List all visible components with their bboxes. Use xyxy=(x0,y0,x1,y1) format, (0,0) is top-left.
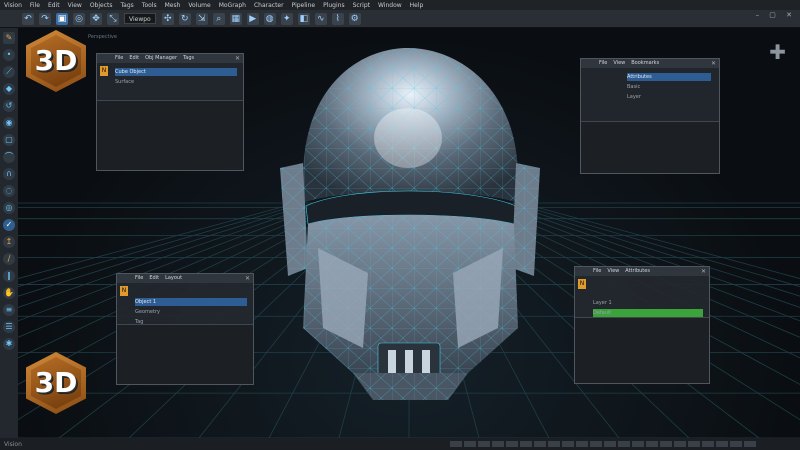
brush-icon[interactable]: ⌒ xyxy=(3,151,15,163)
settings-icon[interactable]: ⚙ xyxy=(348,12,361,25)
timeline-frame[interactable] xyxy=(492,441,504,447)
select-tool-icon[interactable]: ▣ xyxy=(56,12,68,25)
menu-item[interactable]: Edit xyxy=(48,2,60,9)
timeline-frame[interactable] xyxy=(702,441,714,447)
menu-item[interactable]: Window xyxy=(378,2,402,9)
timeline-frame[interactable] xyxy=(464,441,476,447)
main-toolbar: ↶ ↷ ▣ ◎ ✥ ⤡ Viewpo ✣ ↻ ⇲ ⌕ ▦ ▶ ◍ ✦ ◧ ∿ ⌇… xyxy=(0,10,800,28)
timeline-frame[interactable] xyxy=(660,441,672,447)
3d-logo-text: 3D xyxy=(34,44,78,77)
helmet-model[interactable] xyxy=(18,28,800,438)
timeline-frame[interactable] xyxy=(576,441,588,447)
live-select-icon[interactable]: ◎ xyxy=(73,12,85,25)
timeline-frame[interactable] xyxy=(618,441,630,447)
menu-item[interactable]: Character xyxy=(254,2,284,9)
timeline-frame[interactable] xyxy=(730,441,742,447)
menu-bar: Vision File Edit View Objects Tags Tools Mesh Vo… xyxy=(0,0,800,10)
timeline-frame[interactable] xyxy=(688,441,700,447)
edit-icon[interactable]: ✎ xyxy=(3,32,15,44)
menu-item[interactable]: Volume xyxy=(188,2,210,9)
timeline-frame[interactable] xyxy=(520,441,532,447)
timeline-frame[interactable] xyxy=(646,441,658,447)
pause-icon[interactable]: ‖ xyxy=(3,270,15,282)
menu-item[interactable]: Script xyxy=(353,2,370,9)
camera-icon[interactable]: ◧ xyxy=(297,12,310,25)
timeline-frame[interactable] xyxy=(590,441,602,447)
menu-item[interactable]: Mesh xyxy=(165,2,181,9)
fan-icon[interactable]: ✱ xyxy=(3,338,15,350)
globe-icon[interactable]: ◌ xyxy=(3,185,15,197)
menu-item[interactable]: MoGraph xyxy=(219,2,246,9)
menu-item[interactable]: Help xyxy=(410,2,424,9)
scale-tool-icon[interactable]: ⤡ xyxy=(107,12,119,25)
render-icon[interactable]: ▶ xyxy=(246,12,259,25)
check-icon[interactable]: ✓ xyxy=(3,219,15,231)
zoom-icon[interactable]: ⌕ xyxy=(212,12,225,25)
status-text: Vision xyxy=(4,440,22,448)
timeline-frame[interactable] xyxy=(450,441,462,447)
move-icon[interactable]: ✣ xyxy=(161,12,174,25)
polygons-mode-icon[interactable]: ◆ xyxy=(3,83,15,95)
menu-item[interactable]: Tags xyxy=(121,2,134,9)
move-tool-icon[interactable]: ✥ xyxy=(90,12,102,25)
points-mode-icon[interactable]: • xyxy=(3,49,15,61)
timeline-frame[interactable] xyxy=(548,441,560,447)
timeline-frame[interactable] xyxy=(674,441,686,447)
menu-item[interactable]: Tools xyxy=(142,2,157,9)
rotate-icon[interactable]: ↻ xyxy=(178,12,191,25)
undo-tool-icon[interactable]: ↺ xyxy=(3,100,15,112)
left-tool-column: ✎ • ⟋ ◆ ↺ ◉ ▢ ⌒ ∩ ◌ ◎ ✓ ↥ ∕ ‖ ✋ ≡ ☰ ✱ xyxy=(0,28,18,438)
hand-icon[interactable]: ✋ xyxy=(3,287,15,299)
bone-icon[interactable]: ∕ xyxy=(3,253,15,265)
timeline-frame[interactable] xyxy=(604,441,616,447)
3d-viewport[interactable]: Perspective File Edit Obj Manager Tags ✕… xyxy=(18,28,800,438)
menu-item[interactable]: Vision xyxy=(4,2,22,9)
menu-item[interactable]: Pipeline xyxy=(292,2,315,9)
3d-logo-top: 3D xyxy=(26,30,86,92)
timeline-frame[interactable] xyxy=(506,441,518,447)
window-controls[interactable]: – ▢ ✕ xyxy=(756,11,796,19)
scale-icon[interactable]: ⇲ xyxy=(195,12,208,25)
timeline-strip[interactable] xyxy=(450,441,795,447)
menu-item[interactable]: Objects xyxy=(90,2,113,9)
timeline-frame[interactable] xyxy=(716,441,728,447)
timeline-frame[interactable] xyxy=(562,441,574,447)
undo-icon[interactable]: ↶ xyxy=(22,12,34,25)
viewport-field[interactable]: Viewpo xyxy=(124,13,156,24)
cube-icon[interactable]: ▢ xyxy=(3,134,15,146)
deformer-icon[interactable]: ⌇ xyxy=(331,12,344,25)
view-gizmo-icon[interactable]: ✚ xyxy=(769,40,786,64)
edges-mode-icon[interactable]: ⟋ xyxy=(3,66,15,78)
3d-logo-bottom: 3D xyxy=(26,352,86,414)
eye-icon[interactable]: ◉ xyxy=(3,117,15,129)
pin-icon[interactable]: ↥ xyxy=(3,236,15,248)
menu-item[interactable]: File xyxy=(30,2,40,9)
material-icon[interactable]: ◍ xyxy=(263,12,276,25)
menu-item[interactable]: Plugins xyxy=(323,2,345,9)
timeline-frame[interactable] xyxy=(478,441,490,447)
timeline-frame[interactable] xyxy=(744,441,756,447)
redo-icon[interactable]: ↷ xyxy=(39,12,51,25)
target-icon[interactable]: ◎ xyxy=(3,202,15,214)
sliders-icon[interactable]: ☰ xyxy=(3,321,15,333)
grid-icon[interactable]: ▦ xyxy=(229,12,242,25)
layers-icon[interactable]: ≡ xyxy=(3,304,15,316)
3d-logo-text: 3D xyxy=(34,366,78,399)
magnet-icon[interactable]: ∩ xyxy=(3,168,15,180)
timeline-frame[interactable] xyxy=(632,441,644,447)
timeline-frame[interactable] xyxy=(534,441,546,447)
spline-icon[interactable]: ∿ xyxy=(314,12,327,25)
menu-item[interactable]: View xyxy=(68,2,82,9)
light-icon[interactable]: ✦ xyxy=(280,12,293,25)
